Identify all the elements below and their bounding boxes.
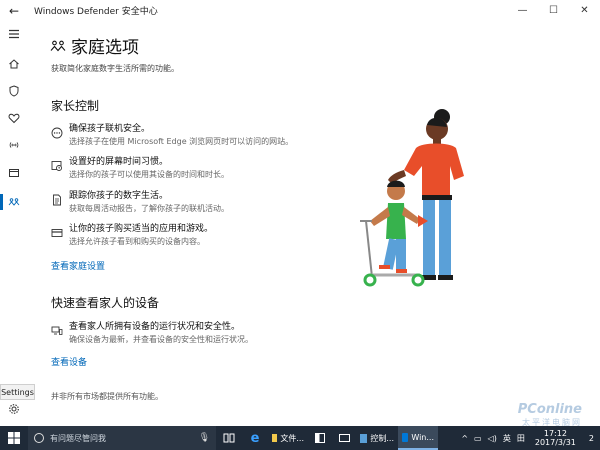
heart-icon xyxy=(8,113,20,124)
settings-tooltip: Settings xyxy=(0,384,35,400)
microphone-icon[interactable]: 🎙 xyxy=(199,433,210,443)
wifi-icon xyxy=(9,142,19,148)
watermark-logo: PConline xyxy=(517,402,582,417)
envelope-icon xyxy=(338,434,350,442)
mail-icon[interactable] xyxy=(332,426,356,450)
minimize-button[interactable]: — xyxy=(507,0,538,21)
rail-item-firewall[interactable] xyxy=(0,134,28,156)
explorer-label: 文件... xyxy=(280,433,304,443)
store-icon[interactable] xyxy=(308,426,332,450)
ellipsis-circle-icon xyxy=(51,124,63,139)
page-title: 家庭选项 xyxy=(71,38,139,58)
family-illustration xyxy=(360,109,464,287)
maximize-button[interactable]: ☐ xyxy=(538,0,569,21)
close-button[interactable]: ✕ xyxy=(569,0,600,21)
folder-icon xyxy=(272,434,278,442)
control-panel-app[interactable]: 控制... xyxy=(356,426,398,450)
edge-icon[interactable]: e xyxy=(242,426,268,450)
main-content: 家庭选项 获取简化家庭数字生活所需的功能。 家长控制 确保孩子联机安全。 选择孩… xyxy=(28,21,600,426)
section-title-parental-controls: 家长控制 xyxy=(51,99,100,113)
card-icon xyxy=(51,224,63,237)
family-icon xyxy=(8,198,20,206)
rail-item-home[interactable] xyxy=(0,53,28,75)
browser-icon xyxy=(9,169,19,177)
task-view-icon xyxy=(223,433,235,443)
feature-description: 确保设备为最新，并查看设备的安全性和运行状况。 xyxy=(69,335,253,344)
control-panel-label: 控制... xyxy=(370,433,394,443)
illustration-child xyxy=(370,180,428,273)
active-indicator xyxy=(0,194,3,210)
clock-icon xyxy=(51,157,63,171)
feature-title: 让你的孩子购买适当的应用和游戏。 xyxy=(69,224,214,234)
devices-icon xyxy=(51,322,63,335)
defender-label: Win... xyxy=(411,432,434,442)
document-icon xyxy=(51,191,63,206)
rail-item-app-browser[interactable] xyxy=(0,162,28,184)
defender-shield-icon xyxy=(402,432,409,442)
title-bar: ← Windows Defender 安全中心 — ☐ ✕ xyxy=(0,0,600,21)
feature-title: 跟踪你孩子的数字生活。 xyxy=(69,191,169,201)
window-title: Windows Defender 安全中心 xyxy=(34,7,158,17)
clock-time: 17:12 xyxy=(543,429,567,438)
availability-note: 并非所有市场都提供所有功能。 xyxy=(51,392,163,401)
menu-button[interactable] xyxy=(0,23,28,45)
back-button[interactable]: ← xyxy=(0,0,28,21)
search-placeholder: 有问题尽管问我 xyxy=(50,433,106,443)
shield-icon xyxy=(9,85,19,97)
family-icon xyxy=(50,40,66,51)
rail-item-family[interactable] xyxy=(0,191,28,213)
feature-title: 设置好的屏幕时间习惯。 xyxy=(69,157,169,167)
windows-logo-icon xyxy=(8,432,20,444)
feature-title: 查看家人所拥有设备的运行状况和安全性。 xyxy=(69,322,241,332)
rail-item-protection[interactable] xyxy=(0,80,28,102)
watermark: PConline 太平洋电脑网 xyxy=(518,402,582,428)
defender-app[interactable]: Win... xyxy=(398,426,438,450)
cortana-icon xyxy=(34,433,44,443)
start-button[interactable] xyxy=(0,426,28,450)
tray-chevron-icon[interactable]: ^ xyxy=(461,434,468,443)
store-bag-icon xyxy=(315,433,325,443)
rail-item-health[interactable] xyxy=(0,107,28,129)
notification-center-button[interactable]: 2 xyxy=(586,434,597,443)
defender-window: ← Windows Defender 安全中心 — ☐ ✕ Settings 家… xyxy=(0,0,600,450)
notification-count: 2 xyxy=(588,433,594,443)
rail-settings-button[interactable] xyxy=(0,398,28,420)
explorer-app[interactable]: 文件... xyxy=(268,426,308,450)
taskbar: 有问题尽管问我 🎙 e 文件... 控制... Win... ^ ▭ ◁) 英 … xyxy=(0,426,600,450)
page-subtitle: 获取简化家庭数字生活所需的功能。 xyxy=(51,64,179,73)
control-panel-icon xyxy=(360,433,368,443)
volume-icon[interactable]: ◁) xyxy=(488,434,497,443)
language-indicator[interactable]: 英 xyxy=(503,433,511,444)
section-title-family-devices: 快速查看家人的设备 xyxy=(51,296,160,310)
system-tray: ^ ▭ ◁) 英 田 17:12 2017/3/31 2 xyxy=(458,426,600,450)
feature-item-device-health: 查看家人所拥有设备的运行状况和安全性。 确保设备为最新，并查看设备的安全性和运行… xyxy=(51,321,381,345)
cortana-search-box[interactable]: 有问题尽管问我 🎙 xyxy=(28,426,216,450)
navigation-rail xyxy=(0,21,28,426)
network-icon[interactable]: ▭ xyxy=(474,434,482,443)
task-view-button[interactable] xyxy=(216,426,242,450)
home-icon xyxy=(9,59,19,69)
ime-indicator[interactable]: 田 xyxy=(517,433,525,444)
view-family-settings-link[interactable]: 查看家庭设置 xyxy=(51,259,105,272)
clock-date: 2017/3/31 xyxy=(534,438,576,447)
window-controls: — ☐ ✕ xyxy=(507,0,600,21)
clock[interactable]: 17:12 2017/3/31 xyxy=(532,429,579,447)
menu-icon xyxy=(9,29,19,39)
page-header: 家庭选项 xyxy=(50,33,139,58)
view-devices-link[interactable]: 查看设备 xyxy=(51,355,87,368)
feature-title: 确保孩子联机安全。 xyxy=(69,124,151,134)
gear-icon xyxy=(9,404,19,414)
